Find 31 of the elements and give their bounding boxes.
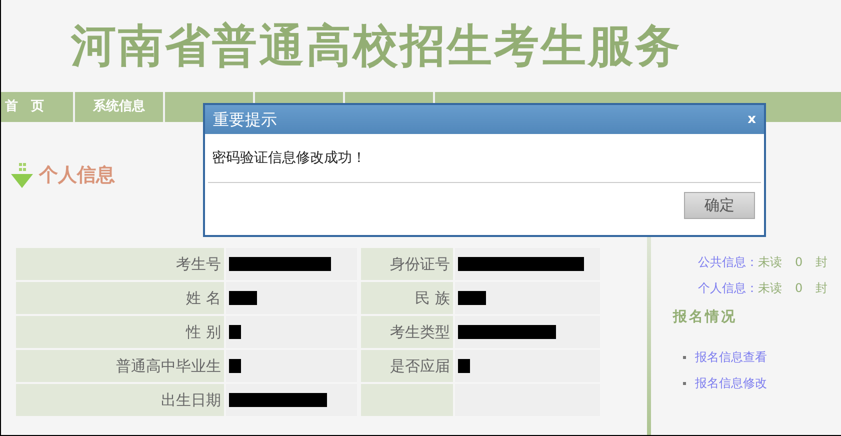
unread-status: 未读 [758, 254, 782, 271]
count-unit: 封 [816, 280, 828, 297]
field-label: 考生类型 [361, 316, 453, 348]
section-title: 个人信息 [39, 162, 115, 188]
close-button[interactable]: x [748, 113, 756, 126]
field-label: 身份证号 [361, 248, 453, 280]
field-label: 考生号 [16, 248, 224, 280]
sidebar-link[interactable]: 报名信息查看 [695, 348, 767, 366]
nav-tab[interactable]: 首 页 [1, 92, 75, 122]
count-unit: 封 [816, 254, 828, 271]
bullet-icon [683, 382, 686, 384]
sidebar-section-title: 报名情况 [673, 308, 738, 327]
unread-count: 0 [795, 254, 803, 271]
message-label[interactable]: 公共信息： [698, 253, 758, 271]
nav-tab[interactable]: 系统信息 [75, 92, 165, 122]
sidebar-link[interactable]: 报名信息修改 [695, 374, 767, 392]
field-label: 姓 名 [16, 282, 224, 314]
unread-count: 0 [795, 280, 803, 297]
field-label: 出生日期 [16, 384, 224, 416]
field-label: 是否应届 [361, 350, 453, 382]
dialog-title: 重要提示 [213, 108, 277, 130]
message-label[interactable]: 个人信息： [698, 279, 758, 297]
dialog-message: 密码验证信息修改成功！ [212, 148, 366, 168]
field-label: 民 族 [361, 282, 453, 314]
field-label: 性 别 [16, 316, 224, 348]
field-label: 普通高中毕业生 [16, 350, 224, 382]
site-title: 河南省普通高校招生考生服务 [71, 18, 682, 74]
bullet-icon [683, 356, 686, 358]
download-arrow-icon [9, 161, 35, 189]
unread-status: 未读 [758, 280, 782, 297]
confirm-button[interactable]: 确定 [684, 192, 755, 219]
